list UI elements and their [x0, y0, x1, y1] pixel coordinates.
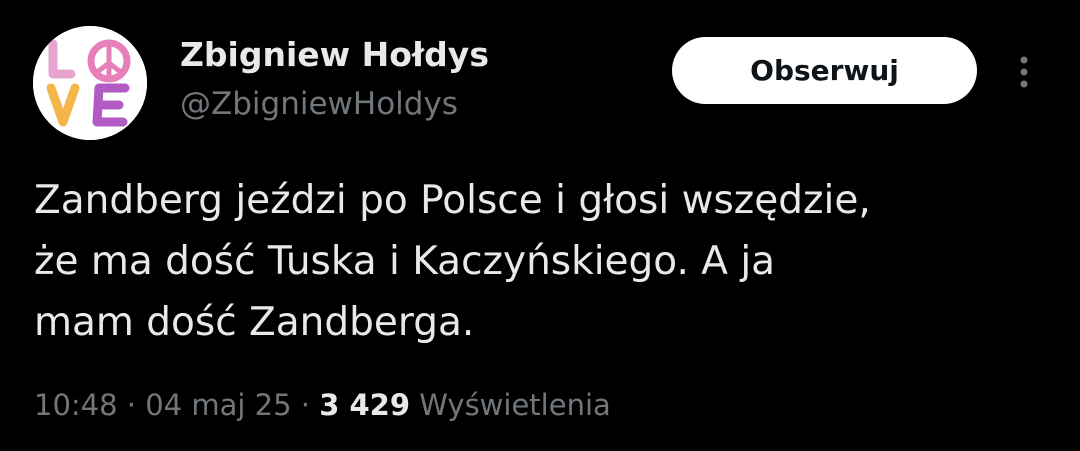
tweet-text: Zandberg jeździ po Polsce i głosi wszędz… — [34, 178, 871, 345]
meta-separator: · — [117, 388, 146, 422]
views-label: Wyświetlenia — [419, 388, 611, 422]
author-handle[interactable]: @ZbigniewHoldys — [180, 86, 458, 122]
views-count: 3 429 — [319, 388, 411, 422]
meta-separator: · — [291, 388, 320, 422]
tweet-date[interactable]: 04 maj 25 — [145, 388, 291, 422]
tweet-time[interactable]: 10:48 — [34, 388, 118, 422]
author-display-name[interactable]: Zbigniew Hołdys — [180, 35, 489, 74]
tweet-metadata: 10:48 · 04 maj 25 · 3 429 Wyświetlenia — [34, 388, 611, 422]
love-peace-avatar-image — [33, 26, 147, 140]
avatar[interactable] — [33, 26, 147, 140]
more-vertical-icon — [1020, 56, 1028, 88]
follow-button[interactable]: Obserwuj — [672, 37, 977, 104]
more-options-button[interactable] — [1008, 52, 1040, 92]
